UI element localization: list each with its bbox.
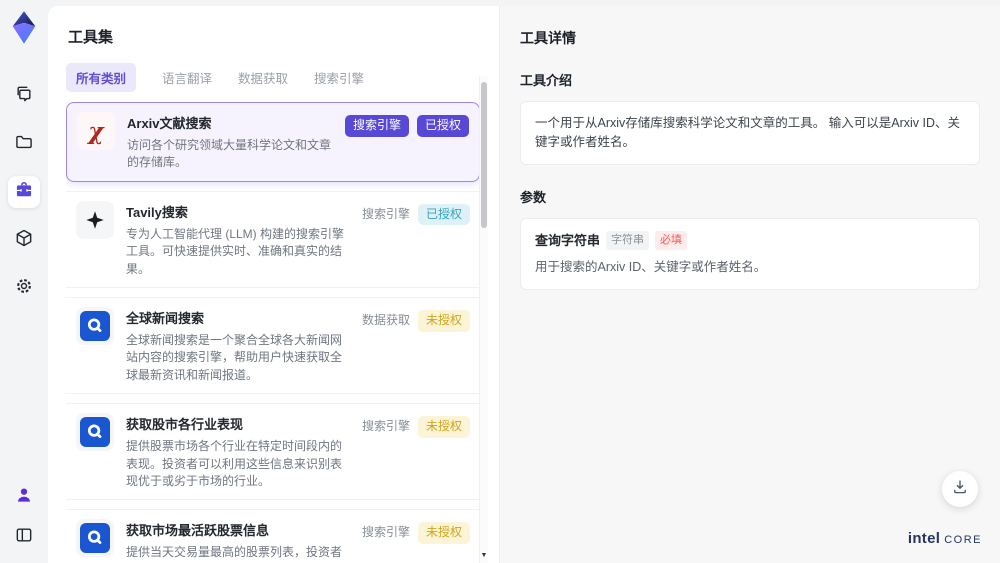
tool-card[interactable]: 获取市场最活跃股票信息提供当天交易量最高的股票列表，投资者可以利用这些信息来识别…: [66, 509, 480, 563]
param-head: 查询字符串 字符串 必填: [535, 231, 965, 251]
q-search-icon: [76, 306, 114, 345]
tool-title: 获取股市各行业表现: [126, 417, 244, 433]
tool-list: χ Arxiv文献搜索 访问各个研究领域大量科学论文和文章的存储库。 搜索引擎 已授权 T…: [66, 102, 480, 563]
intel-wordmark: intel: [907, 530, 941, 547]
param-type-badge: 字符串: [606, 231, 650, 250]
param-required-badge: 必填: [655, 231, 688, 250]
tool-badges: 搜索引擎 已授权: [362, 201, 470, 278]
tool-title: 获取市场最活跃股票信息: [126, 523, 270, 539]
tab-1[interactable]: 语言翻译: [162, 68, 212, 87]
param-name: 查询字符串: [535, 232, 601, 248]
tool-title: Tavily搜索: [126, 204, 188, 220]
tool-card[interactable]: χ Arxiv文献搜索访问各个研究领域大量科学论文和文章的存储库。 搜索引擎 已授权: [66, 102, 480, 182]
scrollbar-track[interactable]: ▼: [479, 76, 488, 563]
user-avatar-icon: [14, 485, 34, 510]
tool-badges: 搜索引擎 未授权: [362, 413, 470, 490]
sidebar-item-account[interactable]: [10, 483, 38, 511]
tool-description: 访问各个研究领域大量科学论文和文章的存储库。: [127, 138, 332, 170]
params-heading: 参数: [520, 189, 547, 205]
q-search-icon: [76, 413, 114, 452]
auth-status-badge: 未授权: [417, 416, 470, 438]
tool-badges: 搜索引擎 已授权: [344, 112, 469, 172]
scrollbar-down-arrow[interactable]: ▼: [480, 552, 488, 560]
details-title: 工具详情: [520, 30, 576, 46]
sidebar-item-files[interactable]: [8, 128, 40, 160]
download-button[interactable]: [942, 471, 978, 507]
tool-title: 全球新闻搜索: [126, 310, 205, 326]
auth-status-badge: 已授权: [416, 115, 469, 137]
tab-3[interactable]: 搜索引擎: [314, 68, 364, 87]
folder-icon: [14, 132, 34, 157]
panel-layout-icon: [14, 525, 34, 550]
tool-badges: 数据获取 未授权: [362, 307, 470, 384]
cube-icon: [14, 228, 34, 253]
auth-status-badge: 未授权: [417, 522, 470, 544]
category-badge: 搜索引擎: [344, 115, 409, 137]
auth-status-badge: 未授权: [417, 309, 470, 332]
category-badge: 搜索引擎: [361, 525, 410, 540]
tool-description: 专为人工智能代理 (LLM) 构建的搜索引擎工具。可快速提供实时、准确和真实的结…: [126, 226, 345, 276]
param-box: 查询字符串 字符串 必填 用于搜索的Arxiv ID、关键字或作者姓名。: [520, 217, 980, 290]
tool-list-panel: 工具集 所有类别 语言翻译 数据获取 搜索引擎 χ Arxiv文献搜索 访问各个研究领域大…: [48, 6, 500, 563]
tool-card[interactable]: Tavily搜索专为人工智能代理 (LLM) 构建的搜索引擎工具。可快速提供实时…: [66, 190, 480, 288]
tool-title: Arxiv文献搜索: [127, 116, 212, 131]
intro-box: 一个用于从Arxiv存储库搜索科学论文和文章的工具。 输入可以是Arxiv ID…: [520, 101, 980, 165]
tool-body: 全球新闻搜索全球新闻搜索是一个聚合全球各大新闻网站内容的搜索引擎，帮助用户快速获…: [126, 307, 350, 384]
tool-body: 获取股市各行业表现提供股票市场各个行业在特定时间段内的表现。投资者可以利用这些信…: [126, 413, 350, 490]
tool-body: Tavily搜索专为人工智能代理 (LLM) 构建的搜索引擎工具。可快速提供实时…: [126, 201, 350, 278]
auth-status-badge: 已授权: [417, 203, 470, 226]
intel-core-logo: intel CORE: [908, 530, 982, 547]
category-badge: 搜索引擎: [361, 206, 410, 221]
category-badge: 数据获取: [361, 312, 410, 327]
app-logo-icon: [9, 10, 39, 46]
intro-heading: 工具介绍: [520, 73, 573, 88]
tool-description: 全球新闻搜索是一个聚合全球各大新闻网站内容的搜索引擎，帮助用户快速获取全球最新资…: [126, 332, 343, 382]
tool-description: 提供股票市场各个行业在特定时间段内的表现。投资者可以利用这些信息来识别表现优于或…: [126, 439, 343, 488]
sidebar-item-chat[interactable]: [8, 80, 40, 112]
sidebar-bottom: [10, 483, 38, 551]
gear-icon: [14, 276, 34, 301]
sidebar: [0, 0, 48, 563]
app-root: 工具集 所有类别 语言翻译 数据获取 搜索引擎 χ Arxiv文献搜索 访问各个研究领域大…: [0, 0, 1000, 563]
tavily-star-icon: [76, 200, 114, 239]
tool-description: 提供当天交易量最高的股票列表，投资者可以利用这些信息来识别流动性强的股票和潜在的…: [126, 545, 343, 563]
param-description: 用于搜索的Arxiv ID、关键字或作者姓名。: [535, 260, 767, 274]
category-badge: 搜索引擎: [361, 419, 410, 434]
sidebar-item-settings[interactable]: [8, 272, 40, 304]
page-title: 工具集: [68, 29, 114, 46]
tool-body: 获取市场最活跃股票信息提供当天交易量最高的股票列表，投资者可以利用这些信息来识别…: [126, 519, 350, 563]
core-wordmark: CORE: [944, 534, 982, 546]
chat-icon: [14, 84, 34, 109]
tab-0[interactable]: 所有类别: [66, 62, 137, 92]
scrollbar-thumb[interactable]: [481, 82, 487, 228]
sidebar-nav: [8, 80, 40, 304]
tool-body: Arxiv文献搜索访问各个研究领域大量科学论文和文章的存储库。: [127, 112, 333, 172]
download-icon: [951, 478, 969, 501]
tool-badges: 搜索引擎 未授权: [362, 519, 470, 563]
category-tabs: 所有类别 语言翻译 数据获取 搜索引擎: [66, 62, 499, 92]
sidebar-item-tools[interactable]: [8, 176, 40, 208]
sidebar-item-packages[interactable]: [8, 224, 40, 256]
sidebar-item-collapse[interactable]: [10, 523, 38, 551]
arxiv-logo-icon: χ: [77, 112, 115, 150]
tool-card[interactable]: 获取股市各行业表现提供股票市场各个行业在特定时间段内的表现。投资者可以利用这些信…: [66, 403, 480, 501]
tool-card[interactable]: 全球新闻搜索全球新闻搜索是一个聚合全球各大新闻网站内容的搜索引擎，帮助用户快速获…: [66, 296, 480, 395]
tab-2[interactable]: 数据获取: [238, 68, 288, 87]
q-search-icon: [76, 519, 114, 558]
toolbox-icon: [14, 180, 34, 205]
tool-details-panel: 工具详情 工具介绍 一个用于从Arxiv存储库搜索科学论文和文章的工具。 输入可…: [500, 6, 1000, 563]
main-content: 工具集 所有类别 语言翻译 数据获取 搜索引擎 χ Arxiv文献搜索 访问各个研究领域大…: [48, 6, 1000, 563]
